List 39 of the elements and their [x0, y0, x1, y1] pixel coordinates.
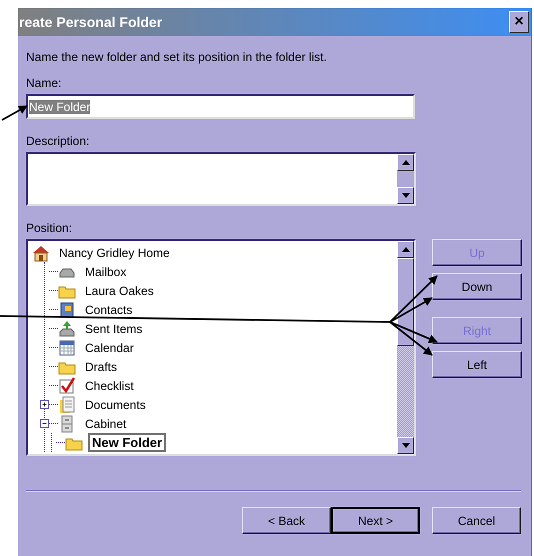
- address-book-icon: [58, 300, 76, 318]
- scrollbar[interactable]: [397, 154, 414, 204]
- tree-item[interactable]: Sent Items: [81, 320, 146, 338]
- move-button[interactable]: Left: [432, 351, 522, 378]
- field-label: Position:: [26, 221, 74, 235]
- wizard-button[interactable]: < Back: [242, 507, 331, 534]
- field-label: Description:: [26, 134, 90, 148]
- name-field[interactable]: New Folder: [26, 94, 415, 119]
- tree-item[interactable]: Drafts: [81, 358, 122, 376]
- wizard-button[interactable]: Cancel: [432, 507, 521, 534]
- tree-item[interactable]: Cabinet: [81, 414, 130, 432]
- tree-item[interactable]: Calendar: [81, 338, 138, 356]
- field-label: Name:: [26, 76, 62, 90]
- outbox-tray-icon: [58, 320, 76, 338]
- calendar-icon: [58, 338, 76, 356]
- tree-item[interactable]: Laura Oakes: [81, 282, 158, 300]
- arrow-down-icon[interactable]: [402, 193, 410, 198]
- scrollbar[interactable]: [397, 241, 414, 454]
- tree-item[interactable]: New Folder: [88, 433, 166, 452]
- collapse-icon[interactable]: [40, 419, 49, 428]
- tree-item[interactable]: Documents: [81, 396, 150, 414]
- document-icon: [58, 396, 76, 414]
- arrow-up-icon[interactable]: [402, 160, 410, 165]
- instruction-text: Name the new folder and set its position in the folder list.: [26, 50, 328, 64]
- pointer-arrow: [2, 105, 28, 121]
- description-field[interactable]: [26, 152, 416, 206]
- tree-item[interactable]: Checklist: [81, 376, 138, 394]
- tree-item[interactable]: Mailbox: [81, 262, 130, 280]
- move-button[interactable]: Down: [432, 273, 522, 300]
- window-title: reate Personal Folder: [19, 14, 162, 30]
- wizard-button[interactable]: Next >: [331, 507, 420, 534]
- close-button[interactable]: ×: [509, 11, 529, 33]
- house-icon: [32, 244, 50, 262]
- arrow-up-icon[interactable]: [402, 247, 410, 252]
- arrow-down-icon[interactable]: [402, 443, 410, 448]
- checkmark-icon: [58, 376, 76, 394]
- tree-item[interactable]: Contacts: [81, 300, 136, 318]
- expand-icon[interactable]: [40, 400, 49, 409]
- tree-item[interactable]: Nancy Gridley Home: [55, 244, 174, 262]
